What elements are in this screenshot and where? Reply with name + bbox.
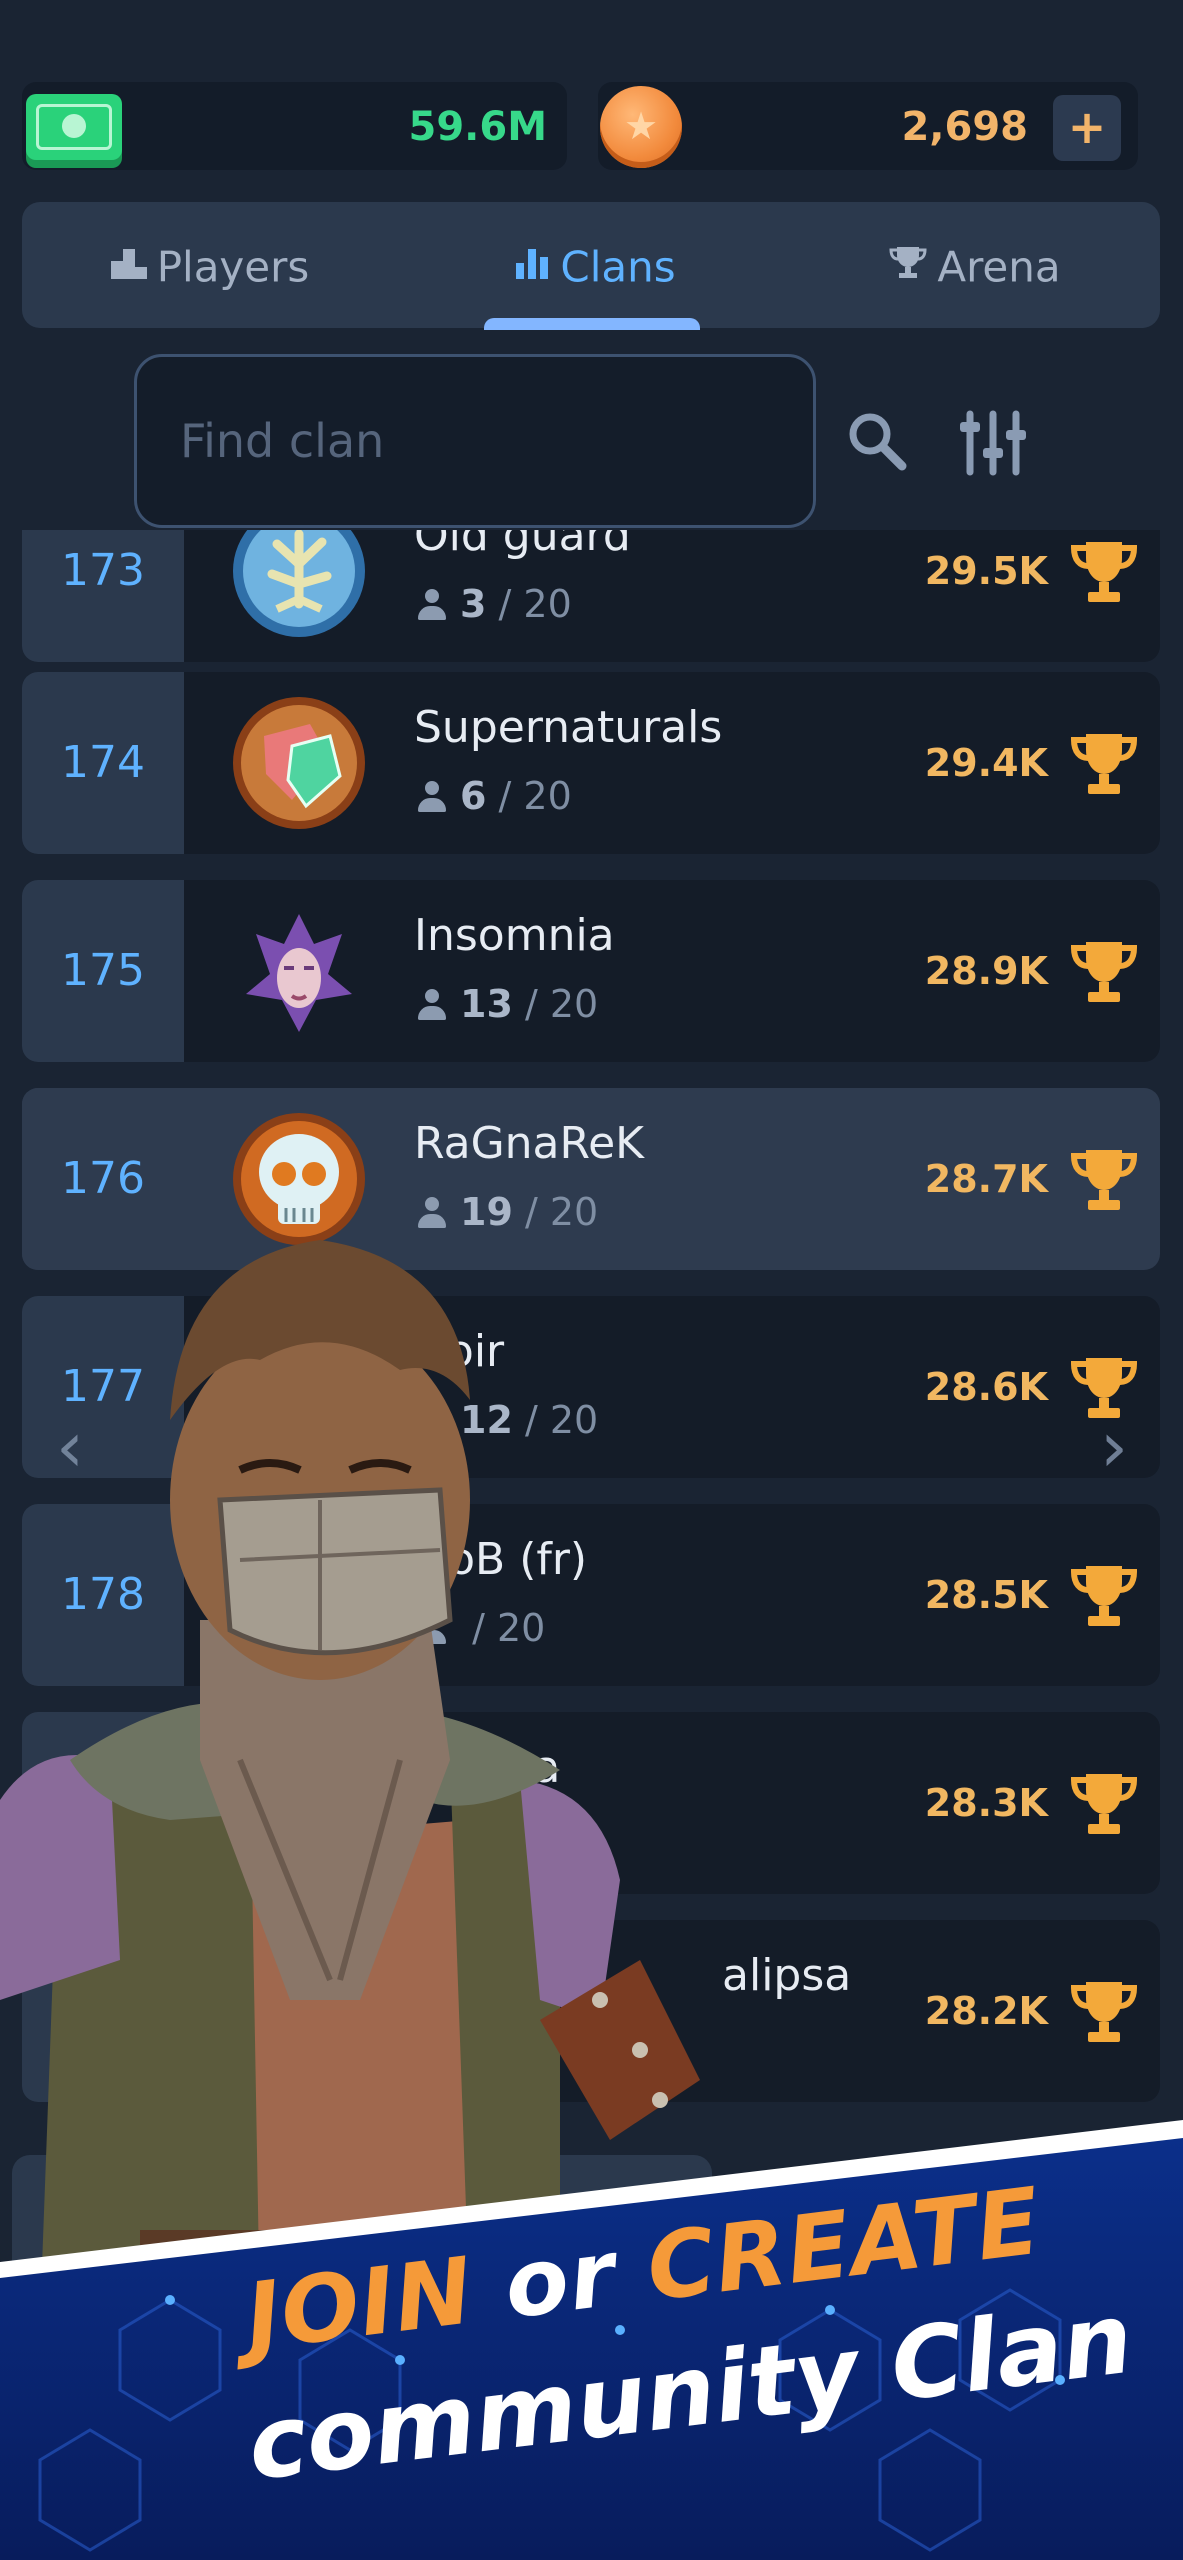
- member-count: 6: [460, 774, 487, 818]
- clan-rank: 175: [22, 880, 184, 1062]
- clan-trophies: 28.9K: [924, 949, 1048, 993]
- tree-emblem-icon: [233, 530, 365, 637]
- clan-trophies: 29.5K: [924, 549, 1048, 593]
- active-tab-indicator: [484, 318, 700, 330]
- clan-row[interactable]: 174 Supernaturals 6 / 20 29.4K: [22, 672, 1160, 854]
- member-count: 3: [460, 582, 487, 626]
- trophy-icon: [1070, 1566, 1138, 1626]
- trophy-icon: [1070, 1774, 1138, 1834]
- clan-row[interactable]: 173 Old guard 3 / 20 29.5K: [22, 530, 1160, 662]
- podium-icon: [110, 205, 147, 331]
- clan-trophies: 28.2K: [924, 1989, 1048, 2033]
- person-icon: [418, 589, 446, 621]
- shield-emblem-icon: [233, 697, 365, 829]
- bar-chart-icon: [514, 205, 550, 331]
- chevron-right-icon[interactable]: ›: [1084, 1410, 1144, 1484]
- mask-emblem-icon: [246, 914, 352, 1032]
- clan-trophies: 28.3K: [924, 1781, 1048, 1825]
- trophy-icon: [889, 205, 927, 331]
- tab-arena-label: Arena: [937, 242, 1061, 292]
- clan-name: RaGnaReK: [414, 1118, 645, 1169]
- banner-or: or: [498, 2219, 622, 2340]
- member-count: 13: [460, 982, 513, 1026]
- clan-trophies: 28.6K: [924, 1365, 1048, 1409]
- trophy-icon: [1070, 1150, 1138, 1210]
- clan-name: Old guard: [414, 530, 631, 561]
- search-icon[interactable]: [844, 408, 908, 472]
- clan-row[interactable]: 175 Insomnia 13 / 20 28.9K: [22, 880, 1160, 1062]
- trophy-icon: [1070, 734, 1138, 794]
- clan-trophies: 28.5K: [924, 1573, 1048, 1617]
- member-max: 20: [549, 982, 599, 1026]
- trophy-icon: [1070, 1982, 1138, 2042]
- tab-players-label: Players: [156, 242, 310, 292]
- cash-value: 59.6M: [408, 104, 548, 150]
- clan-members: 13 / 20: [418, 982, 598, 1026]
- clan-name: Insomnia: [414, 910, 615, 961]
- cash-icon: [26, 94, 122, 160]
- trophy-icon: [1070, 942, 1138, 1002]
- clan-name: Supernaturals: [414, 702, 723, 753]
- clan-trophies: 28.7K: [924, 1157, 1048, 1201]
- member-max: 20: [523, 582, 572, 626]
- clan-rank: 174: [22, 672, 184, 854]
- add-coins-button[interactable]: +: [1053, 95, 1121, 161]
- filter-icon[interactable]: [958, 408, 1028, 478]
- clan-trophies: 29.4K: [924, 741, 1048, 785]
- member-max: 20: [523, 774, 572, 818]
- tab-clans-label: Clans: [560, 242, 676, 292]
- clan-rank: 173: [22, 530, 184, 662]
- person-icon: [418, 781, 446, 813]
- clan-members: 3 / 20: [418, 582, 572, 626]
- tab-players[interactable]: Players: [60, 202, 360, 328]
- tab-clans[interactable]: Clans: [445, 202, 745, 328]
- trophy-icon: [1070, 542, 1138, 602]
- tab-arena[interactable]: Arena: [815, 202, 1135, 328]
- search-input[interactable]: [178, 390, 782, 492]
- coin-icon: ★: [600, 86, 682, 168]
- clan-members: 6 / 20: [418, 774, 572, 818]
- person-icon: [418, 989, 446, 1021]
- coin-value: 2,698: [901, 104, 1028, 150]
